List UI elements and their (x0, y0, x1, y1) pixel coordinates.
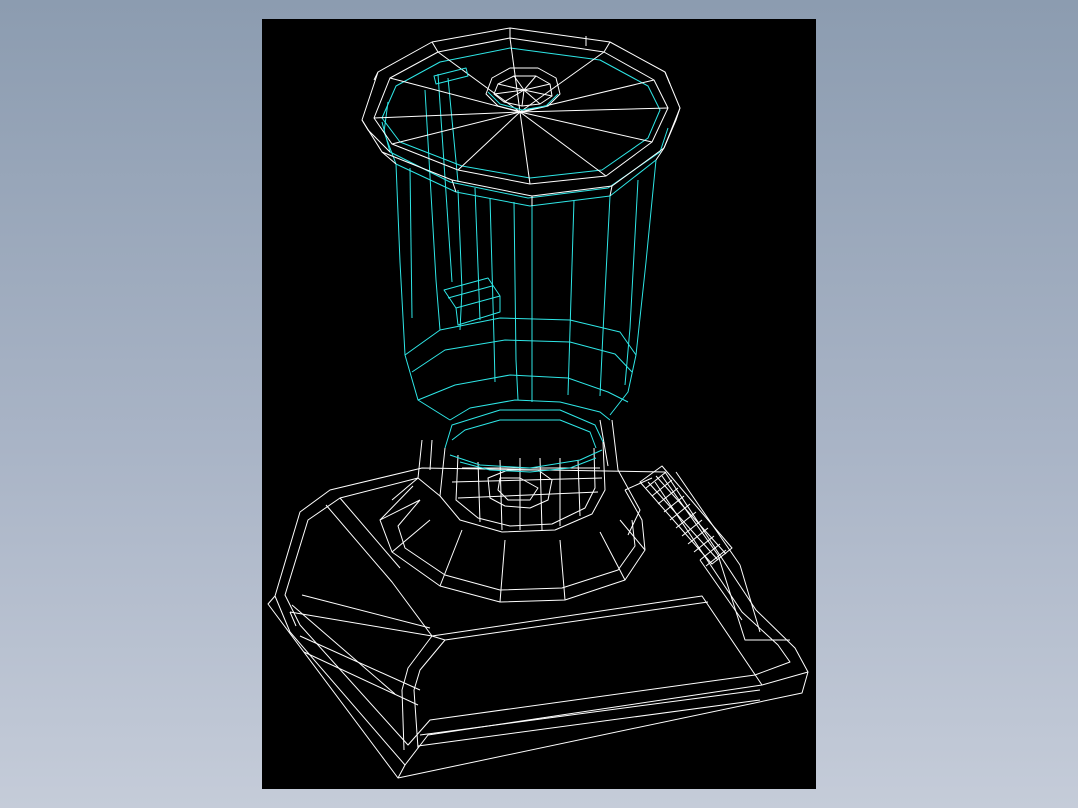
jar-wireframe (381, 73, 669, 473)
control-buttons-wireframe[interactable] (639, 465, 733, 567)
model-viewport (262, 19, 816, 789)
base-wireframe (267, 467, 809, 779)
cad-model-preview (0, 0, 1078, 808)
blender-wireframe (267, 27, 809, 779)
motor-collar-wireframe (379, 419, 653, 603)
